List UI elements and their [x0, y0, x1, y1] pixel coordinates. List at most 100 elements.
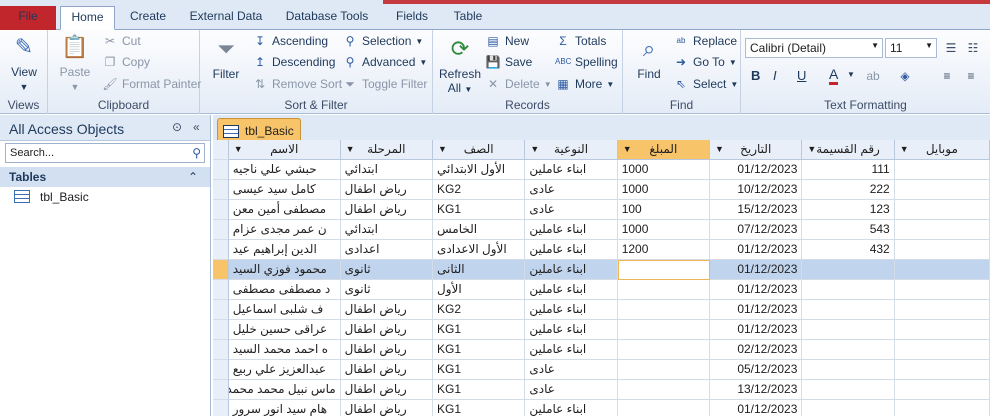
cell-name[interactable]: ن عمر مجدى عزام [228, 220, 341, 240]
table-row[interactable]: كامل سيد عيسى رياض اطفال KG2 عادى 1000 10/12/… [213, 180, 990, 200]
table-row[interactable]: محمود فوزي السيد ثانوى الثانى ابناء عاملين 0… [213, 260, 990, 280]
totals-button[interactable]: Σ Totals [555, 33, 606, 49]
delete-record-button[interactable]: ✕ Delete ▼ [485, 76, 552, 92]
cell-grade[interactable]: الأول الابتدائي [433, 160, 526, 180]
cell-type[interactable]: ابناء عاملين [525, 300, 618, 320]
cell-receipt[interactable]: 543 [802, 220, 895, 240]
align-left-button[interactable]: ≡ [939, 68, 955, 84]
record-selector[interactable] [213, 240, 229, 260]
cell-name[interactable]: ف شلبى اسماعيل [228, 300, 341, 320]
record-selector[interactable] [213, 300, 229, 320]
cell-type[interactable]: عادى [525, 380, 618, 400]
select-button[interactable]: ⇖ Select ▼ [673, 76, 738, 92]
nav-item-tbl-basic[interactable]: tbl_Basic [0, 187, 210, 207]
record-selector[interactable] [213, 260, 229, 280]
cell-mobile[interactable] [894, 360, 990, 380]
document-tab-tbl-basic[interactable]: tbl_Basic [217, 118, 301, 140]
cell-type[interactable]: عادى [525, 200, 618, 220]
column-header-type[interactable]: النوعية ▼ [525, 140, 618, 160]
advanced-button[interactable]: ⚲ Advanced ▼ [342, 54, 428, 70]
cell-grade[interactable]: الخامس [433, 220, 526, 240]
cell-stage[interactable]: رياض اطفال [341, 400, 433, 416]
cell-grade[interactable]: الثانى [433, 260, 526, 280]
remove-sort-button[interactable]: ⇅ Remove Sort [252, 76, 342, 92]
cell-stage[interactable]: رياض اطفال [340, 180, 433, 200]
cell-grade[interactable]: KG1 [433, 360, 526, 380]
cell-grade[interactable]: KG2 [433, 180, 526, 200]
table-row[interactable]: حبشي علي ناجيه ابتدائي الأول الابتدائي ابنا… [213, 160, 990, 180]
goto-button[interactable]: ➜ Go To ▼ [673, 54, 737, 70]
tab-table[interactable]: Table [446, 6, 490, 30]
cell-name[interactable]: عبدالعزيز علي ربيع [228, 360, 341, 380]
table-row[interactable]: ه احمد محمد السيد رياض اطفال KG1 ابناء عامل… [213, 340, 990, 360]
cell-receipt[interactable] [802, 320, 895, 340]
cell-amount[interactable] [617, 380, 711, 400]
cell-mobile[interactable] [894, 260, 990, 280]
cut-button[interactable]: ✂ Cut [102, 33, 141, 49]
font-family-select[interactable]: Calibri (Detail) ▼ [745, 38, 883, 58]
column-header-name[interactable]: الاسم ▼ [228, 140, 341, 160]
cell-amount[interactable]: 100 [617, 200, 711, 220]
cell-amount[interactable] [617, 360, 711, 380]
chevron-down-icon[interactable]: ▼ [623, 140, 632, 159]
cell-mobile[interactable] [894, 160, 990, 180]
font-size-select[interactable]: 11 ▼ [885, 38, 937, 58]
table-row[interactable]: عبدالعزيز علي ربيع رياض اطفال KG1 عادى 05/12… [213, 360, 990, 380]
table-row[interactable]: الدين إبراهيم عيد اعدادى الأول الاعدادى ابن… [213, 240, 990, 260]
select-all-box[interactable] [213, 140, 229, 160]
cell-date[interactable]: 13/12/2023 [710, 380, 803, 400]
cell-stage[interactable]: رياض اطفال [340, 300, 433, 320]
cell-stage[interactable]: رياض اطفال [340, 340, 433, 360]
cell-name[interactable]: الدين إبراهيم عيد [228, 240, 341, 260]
record-selector[interactable] [213, 220, 229, 240]
cell-amount[interactable] [617, 280, 711, 300]
column-header-mobile[interactable]: موبايل ▼ [894, 140, 990, 160]
chevron-down-icon[interactable]: ▼ [900, 140, 909, 159]
table-row[interactable]: مصطفى أمين معن رياض اطفال KG1 عادى 100 15/12/… [213, 200, 990, 220]
chevron-down-icon[interactable]: ▼ [438, 140, 447, 159]
cell-stage[interactable]: ابتدائي [340, 220, 433, 240]
cell-grade[interactable]: KG1 [433, 320, 526, 340]
nav-menu-chevron-icon[interactable]: ⊙ [172, 120, 182, 134]
cell-mobile[interactable] [894, 200, 990, 220]
chevron-down-icon[interactable]: ▼ [346, 140, 355, 159]
nav-search-input[interactable]: Search... ⚲ [5, 143, 205, 163]
cell-grade[interactable]: KG2 [433, 300, 526, 320]
cell-receipt[interactable]: 432 [802, 240, 895, 260]
toggle-filter-button[interactable]: ⏷ Toggle Filter [342, 76, 427, 92]
cell-date[interactable]: 01/12/2023 [710, 280, 803, 300]
refresh-all-button[interactable]: ⟳ Refresh All ▼ [437, 34, 483, 95]
selection-button[interactable]: ⚲ Selection ▼ [342, 33, 424, 49]
cell-receipt[interactable] [802, 340, 895, 360]
cell-amount[interactable]: 1000 [617, 220, 711, 240]
cell-mobile[interactable] [894, 300, 990, 320]
cell-receipt[interactable] [802, 300, 895, 320]
cell-mobile[interactable] [894, 240, 990, 260]
cell-name[interactable]: ماس نبيل محمد محمد [228, 380, 341, 400]
numbering-button[interactable]: ☷ [965, 40, 981, 56]
replace-button[interactable]: ab Replace [673, 33, 737, 49]
bullets-button[interactable]: ☰ [943, 40, 959, 56]
table-row[interactable]: ماس نبيل محمد محمد رياض اطفال KG1 عادى 13/12… [213, 380, 990, 400]
record-selector[interactable] [213, 380, 229, 400]
find-button[interactable]: ⌕ Find [629, 34, 669, 81]
cell-amount[interactable] [617, 300, 711, 320]
cell-type[interactable]: ابناء عاملين [525, 320, 618, 340]
chevron-down-icon[interactable]: ▼ [234, 140, 243, 159]
table-row[interactable]: د مصطفى مصطفى ثانوى الأول ابناء عاملين 01/12… [213, 280, 990, 300]
cell-name[interactable]: د مصطفى مصطفى [228, 280, 341, 300]
cell-stage[interactable]: اعدادى [340, 240, 433, 260]
cell-grade[interactable]: الأول الاعدادى [433, 240, 526, 260]
cell-amount[interactable]: 1000 [617, 160, 711, 180]
cell-name[interactable]: مصطفى أمين معن [228, 200, 341, 220]
cell-stage[interactable]: رياض اطفال [340, 380, 433, 400]
cell-mobile[interactable] [895, 400, 990, 416]
cell-receipt[interactable] [802, 280, 895, 300]
cell-amount[interactable] [617, 320, 711, 340]
cell-date[interactable]: 10/12/2023 [710, 180, 803, 200]
chevron-down-icon[interactable]: ▼ [530, 140, 539, 159]
cell-receipt[interactable] [802, 400, 895, 416]
cell-mobile[interactable] [894, 220, 990, 240]
collapse-pane-icon[interactable]: « [193, 120, 200, 134]
cell-type[interactable]: ابناء عاملين [525, 240, 618, 260]
